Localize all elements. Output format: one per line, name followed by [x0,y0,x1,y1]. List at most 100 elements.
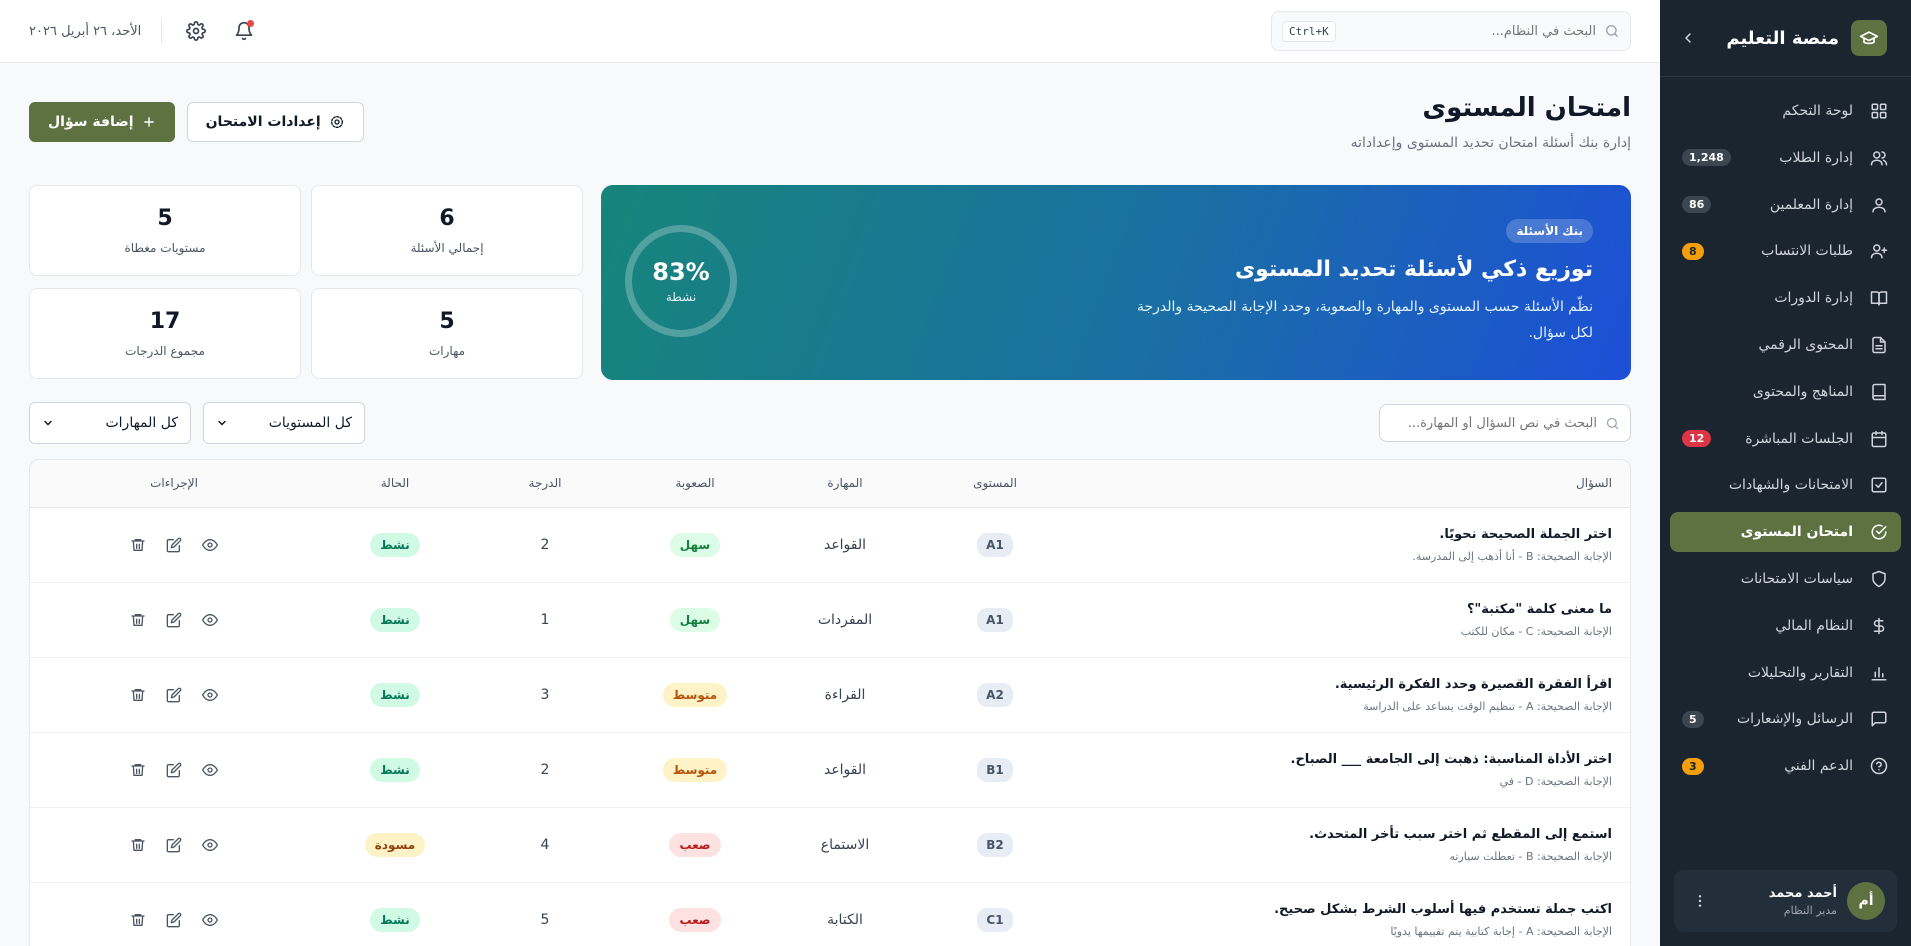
question-text: ما معنى كلمة "مكتبة"؟ [1466,601,1612,617]
sidebar-item-10[interactable]: امتحان المستوى [1670,512,1901,553]
dollar-icon [1869,616,1889,636]
book-open-icon [1869,288,1889,308]
trash-icon[interactable] [129,686,147,704]
sidebar-item-8[interactable]: الجلسات المباشرة 12 [1670,419,1901,459]
question-search[interactable] [1379,404,1631,442]
question-bank-banner: بنك الأسئلة توزيع ذكي لأسئلة تحديد المست… [601,185,1631,380]
sidebar-item-13[interactable]: التقارير والتحليلات [1670,653,1901,693]
sidebar-item-7[interactable]: المناهج والمحتوى [1670,372,1901,412]
sidebar-header: منصة التعليم [1660,0,1911,77]
sidebar-item-5[interactable]: إدارة الدورات [1670,278,1901,318]
stat-card: 6 إجمالي الأسئلة [311,185,583,276]
sidebar-item-badge: 8 [1682,242,1704,260]
level-badge: C1 [977,907,1013,932]
edit-icon[interactable] [165,536,183,554]
stat-value: 17 [149,309,181,334]
skill-cell: القواعد [770,732,920,808]
chevron-down-icon [216,417,228,429]
correct-answer: الإجابة الصحيحة: A - تنظيم الوقت يساعد ع… [1363,699,1612,713]
app-title: منصة التعليم [1726,27,1839,49]
col-score: الدرجة [470,460,620,508]
settings-button[interactable] [182,17,210,45]
collapse-sidebar-icon[interactable] [1680,30,1696,46]
file-icon [1869,335,1889,355]
table-row: ما معنى كلمة "مكتبة"؟ الإجابة الصحيحة: C … [30,582,1630,658]
edit-icon[interactable] [165,611,183,629]
difficulty-badge: متوسط [662,757,728,782]
banner-pill: بنك الأسئلة [1506,219,1593,243]
shield-icon [1869,569,1889,589]
levels-select[interactable]: كل المستويات [203,402,365,444]
eye-icon[interactable] [201,686,219,704]
col-difficulty: الصعوبة [620,460,770,508]
page-title: امتحان المستوى [1422,93,1631,123]
skills-select-value: كل المهارات [105,415,178,431]
stat-value: 5 [439,309,455,334]
skill-cell: الكتابة [770,882,920,946]
sidebar-item-9[interactable]: الامتحانات والشهادات [1670,465,1901,505]
eye-icon[interactable] [201,911,219,929]
eye-icon[interactable] [201,611,219,629]
sidebar-item-2[interactable]: إدارة الطلاب 1,248 [1670,138,1901,178]
sidebar-item-badge: 1,248 [1682,149,1731,167]
sidebar-item-label: التقارير والتحليلات [1747,664,1853,681]
level-badge: B2 [977,832,1013,857]
notifications-button[interactable] [230,17,258,45]
sidebar-item-11[interactable]: سياسات الامتحانات [1670,559,1901,599]
trash-icon[interactable] [129,836,147,854]
trash-icon[interactable] [129,611,147,629]
chevron-down-icon [42,417,54,429]
edit-icon[interactable] [165,686,183,704]
sidebar-item-3[interactable]: إدارة المعلمين 86 [1670,185,1901,225]
sidebar-item-15[interactable]: الدعم الفني 3 [1670,746,1901,786]
sidebar-item-label: الجلسات المباشرة [1745,430,1853,447]
eye-icon[interactable] [201,836,219,854]
plus-icon [142,115,156,129]
sidebar-item-14[interactable]: الرسائل والإشعارات 5 [1670,699,1901,739]
users-icon [1869,148,1889,168]
sidebar-nav: لوحة التحكم إدارة الطلاب 1,248 إدارة المعلم… [1660,77,1911,786]
sidebar-item-6[interactable]: المحتوى الرقمي [1670,325,1901,365]
eye-icon[interactable] [201,761,219,779]
banner-description: نظّم الأسئلة حسب المستوى والمهارة والصعو… [1136,299,1593,341]
exam-settings-label: إعدادات الامتحان [205,114,321,130]
current-date: الأحد، ٢٦ أبريل ٢٠٢٦ [29,23,142,39]
skill-cell: القراءة [770,657,920,733]
edit-icon[interactable] [165,761,183,779]
add-question-button[interactable]: إضافة سؤال [29,102,175,142]
trash-icon[interactable] [129,536,147,554]
trash-icon[interactable] [129,761,147,779]
sidebar-item-12[interactable]: النظام المالي [1670,606,1901,646]
global-search[interactable]: Ctrl+K [1271,11,1631,51]
table-row: استمع إلى المقطع ثم اختر سبب تأخر المتحد… [30,807,1630,883]
active-ratio-value: 83% [652,258,710,286]
question-search-input[interactable] [1390,415,1605,431]
sidebar-item-1[interactable]: لوحة التحكم [1670,91,1901,131]
edit-icon[interactable] [165,911,183,929]
questions-table: السؤال المستوى المهارة الصعوبة الدرجة ال… [29,459,1631,946]
exam-settings-button[interactable]: إعدادات الامتحان [186,102,364,142]
stat-value: 6 [439,206,455,231]
shortcut-hint: Ctrl+K [1282,20,1336,42]
stat-label: مهارات [428,344,466,358]
global-search-input[interactable] [1335,23,1604,39]
stat-card: 17 مجموع الدرجات [29,288,301,379]
sidebar-item-4[interactable]: طلبات الانتساب 8 [1670,231,1901,271]
table-row: اكتب جملة تستخدم فيها أسلوب الشرط بشكل ص… [30,882,1630,946]
trash-icon[interactable] [129,911,147,929]
user-card[interactable]: أم أحمد محمد مدير النظام [1674,870,1897,932]
eye-icon[interactable] [201,536,219,554]
topbar: Ctrl+K الأحد، ٢٦ أبريل ٢٠٢٦ [0,0,1660,63]
avatar: أم [1847,882,1885,920]
sidebar-item-label: إدارة الطلاب [1779,149,1853,166]
sidebar-item-badge: 3 [1682,757,1704,775]
edit-icon[interactable] [165,836,183,854]
more-vertical-icon[interactable] [1686,893,1714,909]
skills-select[interactable]: كل المهارات [29,402,191,444]
sidebar-item-label: النظام المالي [1775,617,1853,634]
search-icon [1605,416,1620,431]
level-badge: A1 [977,532,1013,557]
divider [161,19,163,43]
status-badge: نشط [370,907,420,932]
level-badge: A2 [977,682,1013,707]
